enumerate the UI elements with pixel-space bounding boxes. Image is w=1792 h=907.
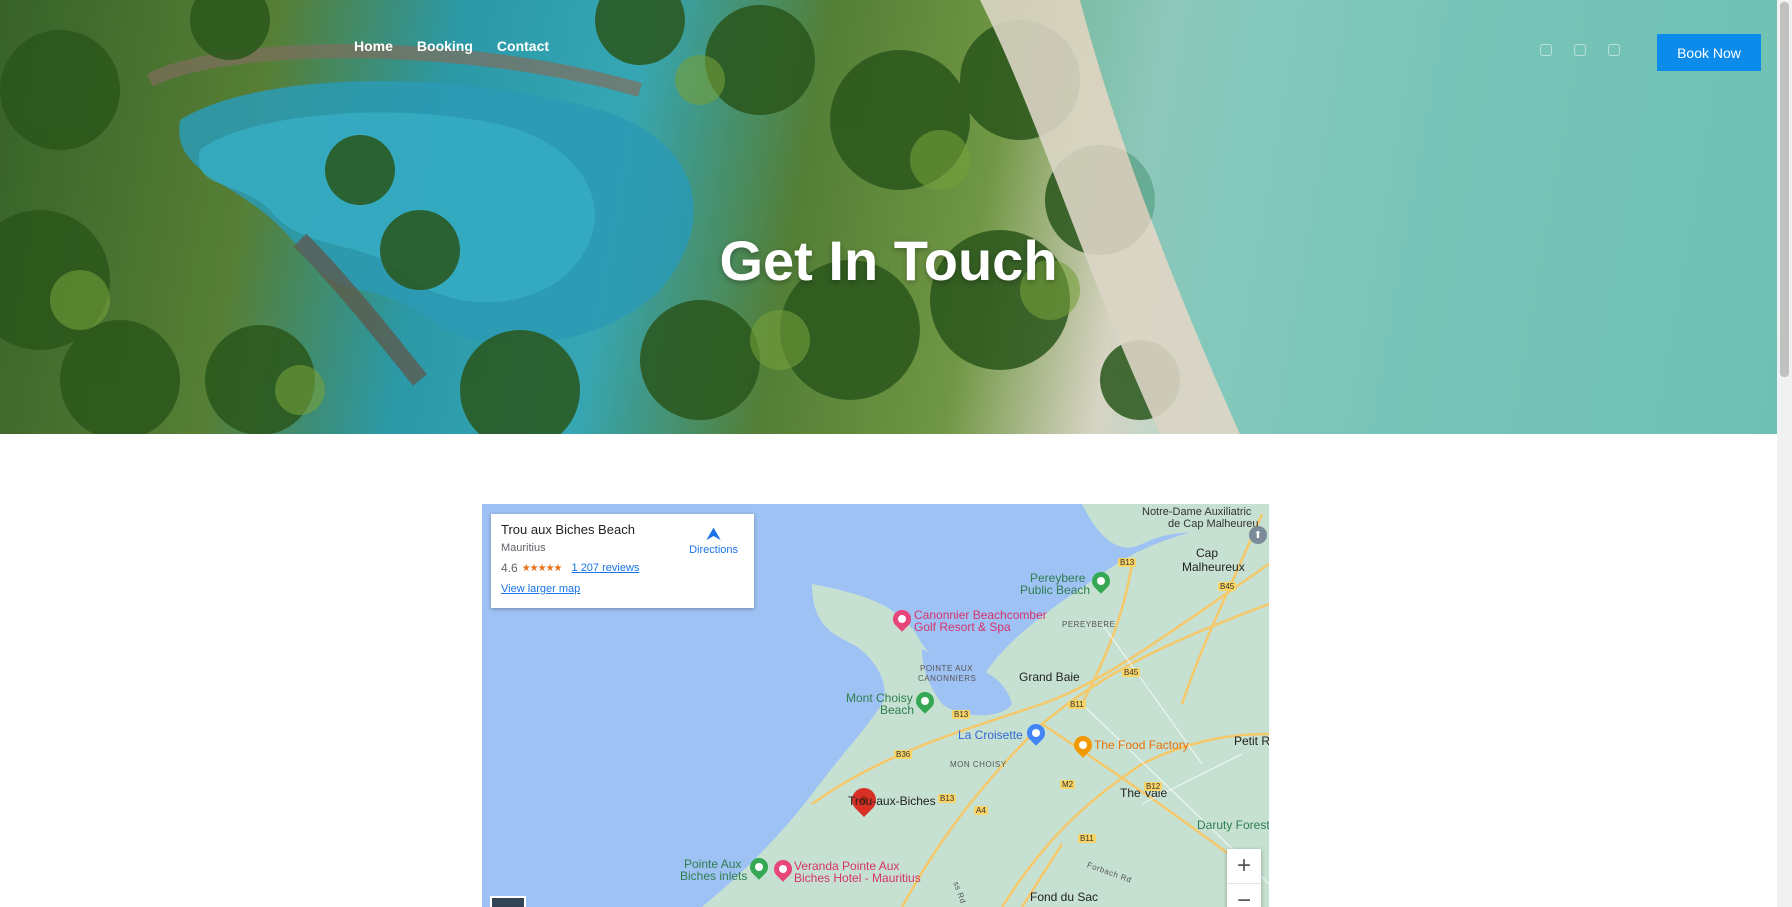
zoom-out-button[interactable]: − (1227, 883, 1261, 907)
page: Home Booking Contact Book Now Get In Tou… (0, 0, 1777, 907)
north-arrow-icon[interactable]: ⬆ (1249, 526, 1267, 544)
map-label-petit-r: Petit R (1234, 734, 1269, 748)
map-label-pointe-aux-canonniers: POINTE AUX (920, 664, 974, 673)
map-label-food-factory: The Food Factory (1094, 738, 1189, 752)
page-scrollbar[interactable] (1777, 0, 1792, 907)
road-marker: B13 (1118, 558, 1137, 567)
rating-row: 4.6 ★★★★★ 1 207 reviews (501, 561, 744, 575)
road-marker: B45 (1122, 668, 1141, 677)
road-marker: M2 (1060, 780, 1076, 789)
reviews-link[interactable]: 1 207 reviews (572, 562, 640, 574)
scrollbar-thumb[interactable] (1780, 2, 1789, 377)
road-marker: B11 (1068, 700, 1086, 709)
map-label-trou-aux-biches: Trou-aux-Biches (848, 794, 936, 808)
zoom-controls: + − (1227, 849, 1261, 907)
directions-icon: ⮝ (705, 524, 722, 544)
place-info-card: Trou aux Biches Beach Mauritius 4.6 ★★★★… (491, 514, 754, 608)
map-label-veranda-2: Biches Hotel - Mauritius (794, 871, 921, 885)
star-rating-icon: ★★★★★ (521, 562, 563, 574)
hero-banner: Home Booking Contact Book Now Get In Tou… (0, 0, 1777, 434)
map-label-pereybere-beach-2: Public Beach (1020, 583, 1091, 597)
page-title: Get In Touch (719, 229, 1058, 292)
map-label-daruty-forest: Daruty Forest (1197, 818, 1269, 832)
nav-booking[interactable]: Booking (417, 38, 473, 54)
map-label-cap: Cap (1196, 546, 1219, 560)
road-marker: B36 (894, 750, 913, 759)
map-type-toggle[interactable] (490, 896, 526, 907)
directions-button[interactable]: ⮝ Directions (689, 524, 738, 556)
social-links (1540, 44, 1620, 56)
map-label-pereybere: PEREYBERE (1062, 620, 1116, 629)
nav-contact[interactable]: Contact (497, 38, 549, 54)
hero-overlay (0, 0, 1777, 434)
main-nav: Home Booking Contact (354, 38, 549, 54)
view-larger-map-link[interactable]: View larger map (501, 583, 744, 595)
map-label-grand-baie: Grand Baie (1019, 670, 1080, 684)
twitter-icon[interactable] (1574, 44, 1586, 56)
road-marker: B12 (1144, 782, 1163, 791)
instagram-icon[interactable] (1608, 44, 1620, 56)
map-label-mont-choisy-2: Beach (880, 703, 915, 717)
map-label-notre-dame: Notre-Dame Auxiliatric (1142, 506, 1252, 518)
book-now-button[interactable]: Book Now (1657, 34, 1761, 71)
facebook-icon[interactable] (1540, 44, 1552, 56)
rating-value: 4.6 (501, 561, 518, 575)
google-map[interactable]: Notre-Dame Auxiliatric de Cap Malheureu … (482, 504, 1269, 907)
road-marker: B45 (1218, 582, 1237, 591)
nav-home[interactable]: Home (354, 38, 393, 54)
zoom-in-button[interactable]: + (1227, 849, 1261, 883)
map-label-biches-inlets: Biches inlets (680, 869, 748, 883)
directions-label: Directions (689, 544, 738, 556)
road-marker: B13 (952, 710, 971, 719)
map-label-fond-du-sac: Fond du Sac (1030, 890, 1099, 904)
road-marker: B13 (938, 794, 957, 803)
map-label-la-croisette: La Croisette (958, 728, 1023, 742)
map-label-canonniers: CANONNIERS (918, 674, 977, 683)
road-marker: B11 (1078, 834, 1096, 843)
map-label-malheureux: Malheureux (1182, 560, 1245, 574)
map-label-mon-choisy: MON CHOISY (950, 760, 1007, 769)
map-label-canonnier-2: Golf Resort & Spa (914, 620, 1011, 634)
map-label-cap-malheureux-church: de Cap Malheureu (1168, 518, 1259, 530)
road-marker: A4 (974, 806, 988, 815)
